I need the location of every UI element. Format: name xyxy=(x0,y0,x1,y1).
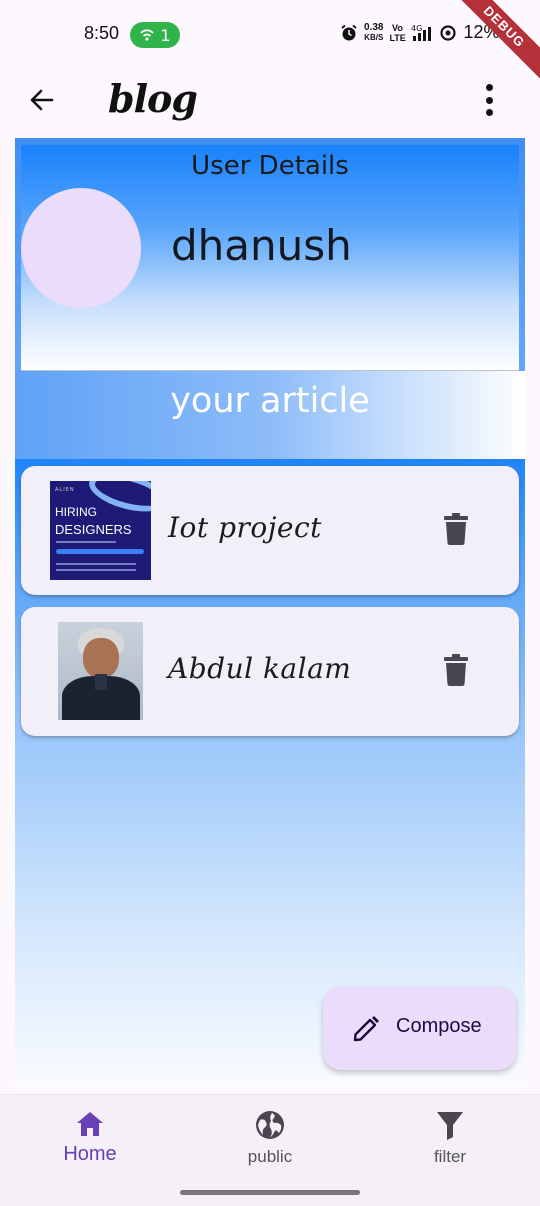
compose-button[interactable]: Compose xyxy=(323,987,516,1070)
your-article-heading: your article xyxy=(170,381,370,421)
nav-item-filter[interactable]: filter xyxy=(390,1109,510,1167)
user-details-card: User Details dhanush xyxy=(21,145,519,371)
username: dhanush xyxy=(171,221,352,270)
alarm-icon xyxy=(341,24,357,40)
status-bar: 8:50 1 0.38 KB/S Vo LTE 4G 12% DEBUG xyxy=(0,0,540,85)
more-options-button[interactable] xyxy=(476,82,502,118)
trash-icon xyxy=(444,654,468,686)
signal-icon: 4G xyxy=(411,24,432,41)
thumbnail-brand: ALIEN xyxy=(55,487,75,493)
your-article-band: your article xyxy=(15,371,525,459)
pencil-icon xyxy=(353,1016,379,1042)
article-thumbnail: ALIEN HIRING DESIGNERS xyxy=(50,481,151,580)
battery-ring-icon xyxy=(440,24,457,41)
arrow-left-icon xyxy=(30,89,54,111)
app-screen: 8:50 1 0.38 KB/S Vo LTE 4G 12% DEBUG blo… xyxy=(0,0,540,1206)
article-card[interactable]: Abdul kalam xyxy=(21,607,519,736)
delete-button[interactable] xyxy=(441,653,471,687)
back-button[interactable] xyxy=(24,82,60,118)
home-icon xyxy=(77,1112,103,1136)
more-vert-icon xyxy=(485,84,493,91)
thumbnail-text: HIRING xyxy=(55,505,97,519)
delete-button[interactable] xyxy=(441,512,471,546)
hotspot-indicator: 1 xyxy=(130,22,180,48)
article-card[interactable]: ALIEN HIRING DESIGNERS Iot project xyxy=(21,466,519,595)
nav-label-home: Home xyxy=(63,1143,117,1165)
net-speed: 0.38 KB/S xyxy=(364,21,384,42)
svg-text:4G: 4G xyxy=(411,24,422,33)
nav-item-home[interactable]: Home xyxy=(30,1109,150,1166)
article-title: Abdul kalam xyxy=(168,652,352,685)
nav-item-public[interactable]: public xyxy=(210,1109,330,1167)
app-bar: blog xyxy=(0,70,540,132)
article-thumbnail xyxy=(58,622,143,720)
hotspot-count: 1 xyxy=(160,25,171,45)
filter-icon xyxy=(437,1112,463,1140)
nav-label-public: public xyxy=(247,1147,293,1166)
nav-label-filter: filter xyxy=(433,1147,467,1166)
trash-icon xyxy=(444,513,468,545)
status-time: 8:50 xyxy=(84,23,120,43)
hotspot-icon xyxy=(140,29,155,41)
status-icons: 0.38 KB/S Vo LTE 4G 12% xyxy=(340,22,500,43)
user-details-heading: User Details xyxy=(191,151,349,181)
article-title: Iot project xyxy=(168,511,322,544)
page-title: blog xyxy=(108,76,198,121)
globe-icon xyxy=(256,1111,284,1139)
gesture-bar[interactable] xyxy=(180,1190,360,1195)
compose-label: Compose xyxy=(396,1015,482,1037)
volte-label: Vo LTE xyxy=(389,22,406,43)
thumbnail-text: DESIGNERS xyxy=(55,522,132,537)
avatar xyxy=(21,188,141,308)
